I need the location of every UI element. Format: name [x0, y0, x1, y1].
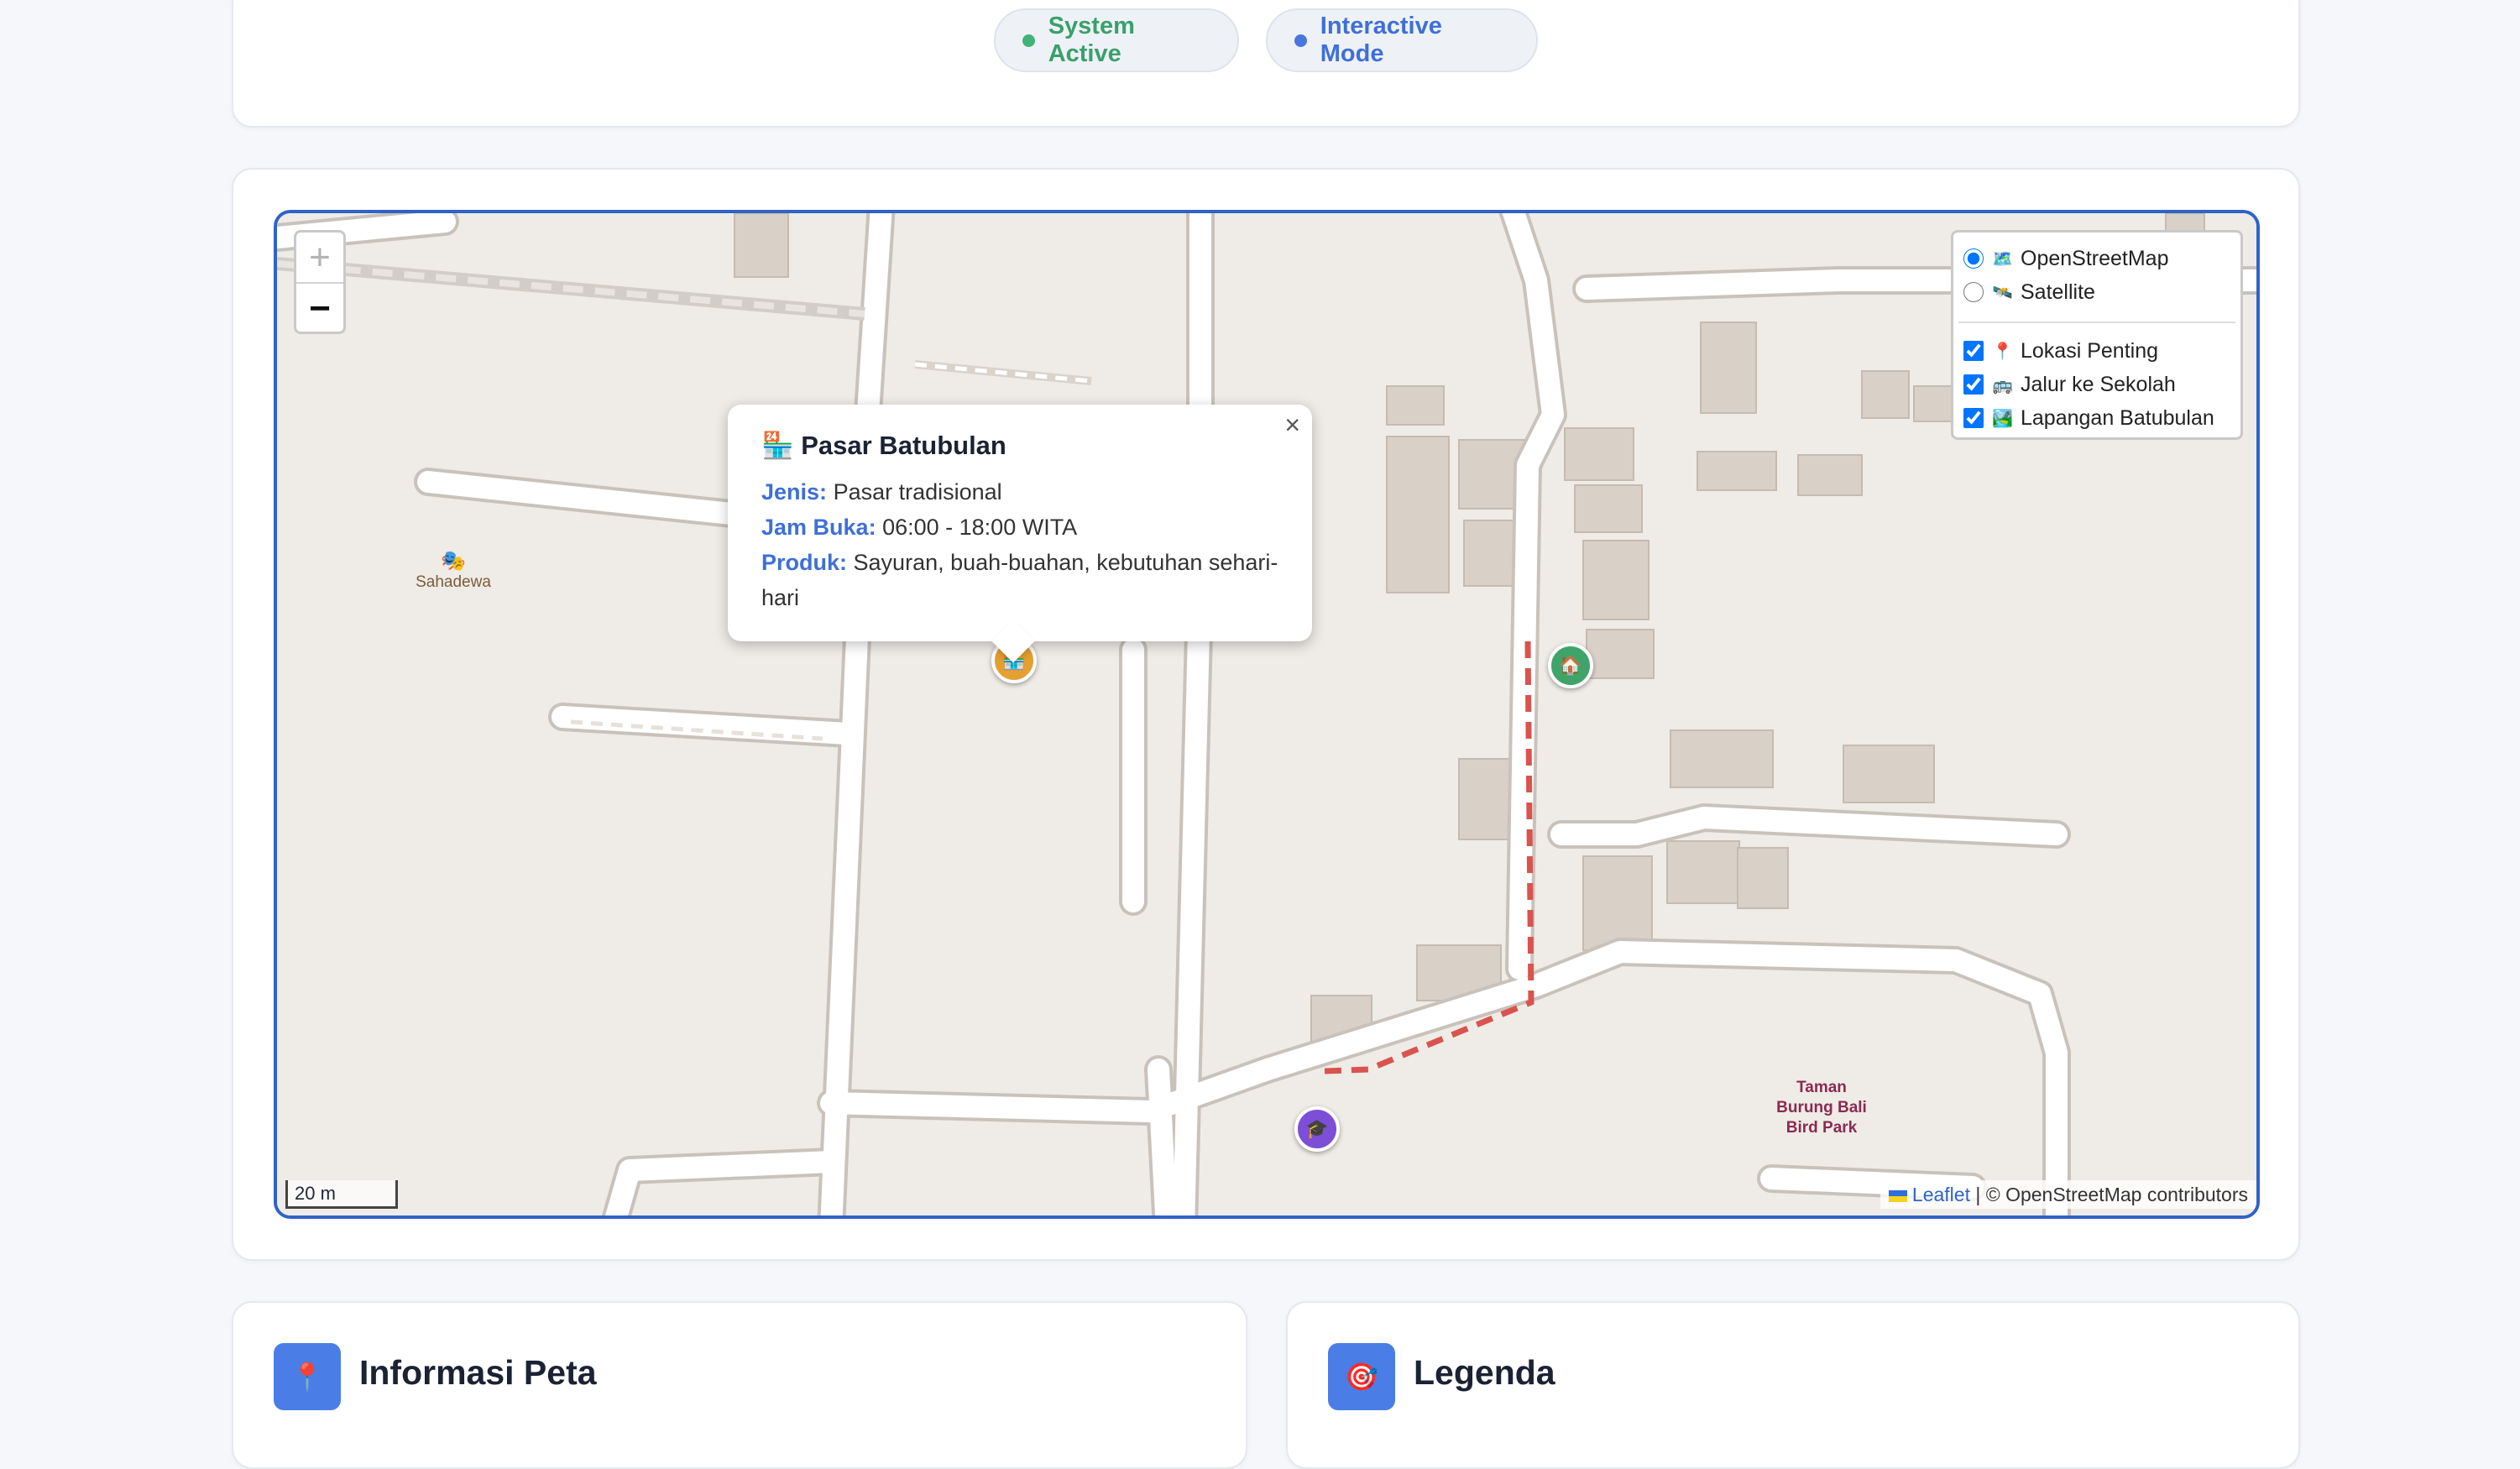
- popup-row-jam-buka: Jam Buka: 06:00 - 18:00 WITA: [761, 510, 1278, 545]
- layer-lokasi-penting[interactable]: 📍 Lokasi Penting: [1963, 335, 2158, 367]
- popup-title-text: Pasar Batubulan: [801, 431, 1006, 460]
- satellite-icon: 🛰️: [1992, 283, 2013, 302]
- lapangan-checkbox[interactable]: [1963, 408, 1984, 428]
- popup-label: Produk:: [761, 550, 848, 575]
- osm-attribution: © OpenStreetMap contributors: [1985, 1184, 2248, 1205]
- marker-popup: × 🏪 Pasar Batubulan Jenis: Pasar tradisi…: [728, 405, 1312, 663]
- satellite-radio[interactable]: [1963, 282, 1984, 302]
- bird-park-label: Taman Burung Bali Bird Park: [1776, 1079, 1867, 1137]
- map-attribution: Leaflet | © OpenStreetMap contributors: [1880, 1180, 2256, 1209]
- market-icon: 🏪: [761, 431, 794, 460]
- popup-row-jenis: Jenis: Pasar tradisional: [761, 474, 1278, 510]
- layer-lapangan-label: Lapangan Batubulan: [2021, 405, 2214, 430]
- popup-label: Jenis:: [761, 479, 828, 504]
- legend-title: Legenda: [1414, 1353, 1555, 1392]
- map-container[interactable]: + − 🗺️ OpenStreetMap 🛰️ Satellite 📍 Loka…: [274, 210, 2260, 1219]
- system-active-badge: System Active: [994, 8, 1239, 72]
- layer-jalur-sekolah[interactable]: 🚌 Jalur ke Sekolah: [1963, 369, 2176, 400]
- layer-satellite[interactable]: 🛰️ Satellite: [1963, 276, 2095, 308]
- popup-title: 🏪 Pasar Batubulan: [761, 430, 1278, 461]
- lokasi-penting-checkbox[interactable]: [1963, 341, 1984, 361]
- graduation-cap-icon: 🎓: [1305, 1118, 1329, 1139]
- layer-lapangan[interactable]: 🏞️ Lapangan Batubulan: [1963, 402, 2214, 434]
- layer-lokasi-penting-label: Lokasi Penting: [2021, 338, 2159, 363]
- layer-separator: [1958, 322, 2235, 323]
- pin-icon: 📍: [274, 1343, 341, 1410]
- school-marker[interactable]: 🎓: [1294, 1106, 1340, 1152]
- zoom-out-button[interactable]: −: [296, 284, 343, 333]
- interactive-mode-badge: Interactive Mode: [1266, 8, 1538, 72]
- info-title: Informasi Peta: [359, 1353, 597, 1392]
- pin-icon: 📍: [1992, 342, 2013, 361]
- sahadewa-poi[interactable]: 🎭 Sahadewa: [395, 549, 512, 592]
- park-icon: 🏞️: [1992, 409, 2013, 428]
- layer-jalur-sekolah-label: Jalur ke Sekolah: [2021, 372, 2176, 396]
- zoom-control: + −: [294, 230, 346, 334]
- info-card: 📍 Informasi Peta: [232, 1301, 1247, 1469]
- status-dot-icon: [1294, 34, 1307, 47]
- home-marker[interactable]: 🏠: [1548, 643, 1593, 688]
- popup-value: Pasar tradisional: [833, 479, 1002, 504]
- layer-satellite-label: Satellite: [2021, 280, 2095, 304]
- interactive-mode-label: Interactive Mode: [1320, 13, 1442, 67]
- osm-radio[interactable]: [1963, 248, 1984, 269]
- bus-icon: 🚌: [1992, 375, 2013, 395]
- zoom-in-button[interactable]: +: [296, 233, 343, 284]
- theater-icon: 🎭: [441, 550, 466, 572]
- legend-card: 🎯 Legenda: [1286, 1301, 2300, 1469]
- status-header-card: [232, 0, 2300, 128]
- system-active-label: System Active: [1048, 13, 1135, 67]
- status-dot-icon: [1022, 34, 1035, 47]
- target-icon: 🎯: [1328, 1343, 1395, 1410]
- jalur-sekolah-checkbox[interactable]: [1963, 374, 1984, 395]
- leaflet-link[interactable]: Leaflet: [1912, 1184, 1970, 1205]
- home-icon: 🏠: [1559, 655, 1582, 676]
- layer-control: 🗺️ OpenStreetMap 🛰️ Satellite 📍 Lokasi P…: [1951, 230, 2243, 440]
- popup-close-button[interactable]: ×: [1284, 410, 1300, 441]
- ukraine-flag-icon: [1888, 1189, 1907, 1202]
- popup-value: 06:00 - 18:00 WITA: [882, 515, 1078, 540]
- sahadewa-label: Sahadewa: [416, 573, 491, 591]
- layer-osm[interactable]: 🗺️ OpenStreetMap: [1963, 243, 2169, 274]
- popup-label: Jam Buka:: [761, 515, 876, 540]
- popup-row-produk: Produk: Sayuran, buah-buahan, kebutuhan …: [761, 545, 1278, 615]
- map-icon: 🗺️: [1992, 249, 2013, 269]
- attribution-separator: |: [1975, 1184, 1981, 1205]
- scale-bar: 20 m: [285, 1180, 398, 1209]
- layer-osm-label: OpenStreetMap: [2021, 246, 2169, 270]
